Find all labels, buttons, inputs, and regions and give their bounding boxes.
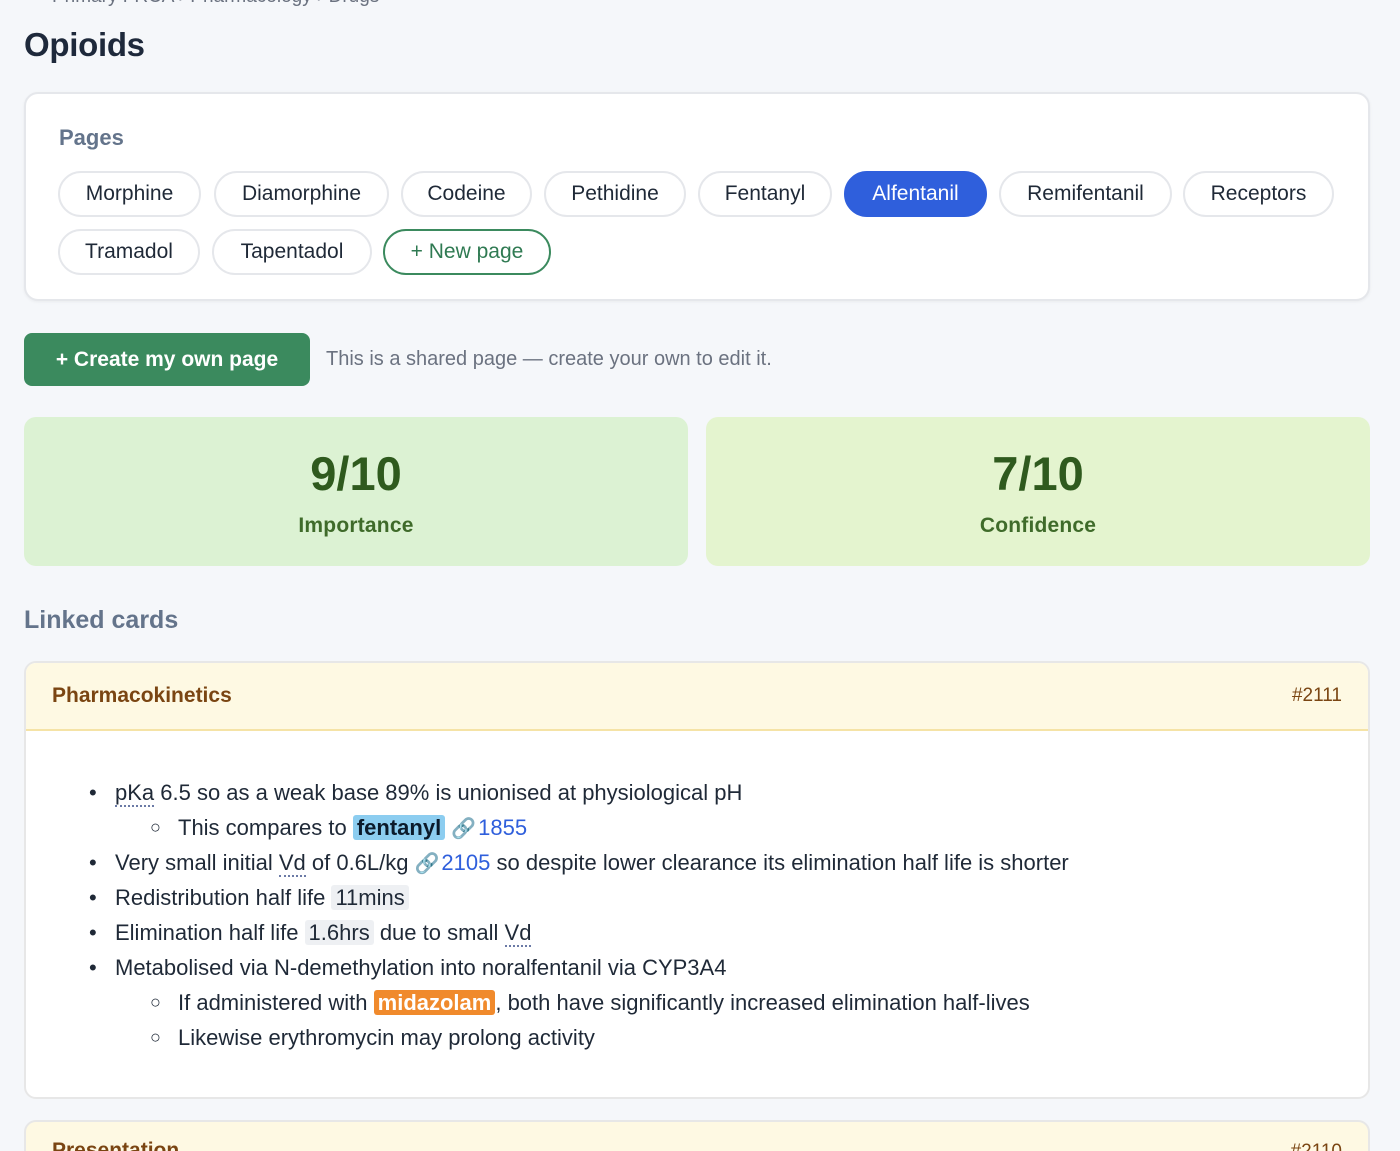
list-item: • Elimination half life 1.6hrs due to sm…: [89, 915, 1368, 950]
linked-card: Pharmacokinetics #2111 • pKa 6.5 so as a…: [24, 661, 1370, 1099]
pages-panel: Pages Morphine Diamorphine Codeine Pethi…: [24, 92, 1370, 301]
list-text: , both have significantly increased elim…: [495, 990, 1030, 1015]
abbreviation[interactable]: Vd: [504, 920, 532, 947]
highlight-tag[interactable]: fentanyl: [352, 815, 446, 840]
sub-list-item: ○ This compares to fentanyl 🔗1855: [150, 810, 1368, 845]
pages-heading: Pages: [59, 125, 124, 150]
page-pill-remifentanil[interactable]: Remifentanil: [999, 171, 1172, 217]
page-pill-receptors[interactable]: Receptors: [1183, 171, 1334, 217]
importance-value: 9/10: [310, 447, 402, 500]
list-text: so despite lower clearance its eliminati…: [490, 850, 1069, 875]
page-root: Primary FRCA › Pharmacology › Drugs Opio…: [0, 0, 1400, 1151]
create-own-page-button[interactable]: + Create my own page: [24, 333, 310, 386]
abbreviation[interactable]: Vd: [278, 850, 306, 877]
importance-card: 9/10 Importance: [24, 417, 688, 566]
list-text: Very small initial: [115, 850, 279, 875]
page-pill-diamorphine[interactable]: Diamorphine: [214, 171, 389, 217]
page-pill-alfentanil[interactable]: Alfentanil: [844, 171, 987, 217]
sub-list-item: ○ Likewise erythromycin may prolong acti…: [150, 1020, 1368, 1055]
bullet-disc-icon: •: [89, 920, 97, 945]
bullet-circle-icon: ○: [150, 992, 161, 1012]
list-text: Likewise erythromycin may prolong activi…: [178, 1025, 595, 1050]
linked-card-next[interactable]: Presentation #2110: [24, 1120, 1370, 1151]
card-link[interactable]: 2105: [441, 850, 490, 875]
bullet-circle-icon: ○: [150, 1027, 161, 1047]
new-page-button[interactable]: + New page: [383, 229, 551, 275]
page-pill-codeine[interactable]: Codeine: [401, 171, 532, 217]
list-text: If administered with: [178, 990, 374, 1015]
list-item: • Redistribution half life 11mins: [89, 880, 1368, 915]
list-text: Metabolised via N-demethylation into nor…: [115, 955, 727, 980]
list-text: Elimination half life: [115, 920, 305, 945]
bullet-disc-icon: •: [89, 780, 97, 805]
page-pill-morphine[interactable]: Morphine: [58, 171, 201, 217]
list-text: Redistribution half life: [115, 885, 332, 910]
list-item: • pKa 6.5 so as a weak base 89% is union…: [89, 775, 1368, 810]
link-icon: 🔗: [451, 818, 477, 840]
sub-list-item: ○ If administered with midazolam, both h…: [150, 985, 1368, 1020]
card-header[interactable]: Pharmacokinetics #2111: [26, 663, 1368, 731]
page-pill-tramadol[interactable]: Tramadol: [58, 229, 200, 275]
highlight-tag[interactable]: midazolam: [373, 990, 496, 1015]
card-id[interactable]: #2111: [1292, 685, 1342, 707]
bullet-disc-icon: •: [89, 955, 97, 980]
confidence-label: Confidence: [979, 514, 1097, 537]
bullet-disc-icon: •: [89, 850, 97, 875]
confidence-value: 7/10: [992, 447, 1084, 500]
value-chip: 1.6hrs: [304, 920, 374, 945]
list-item: • Very small initial Vd of 0.6L/kg 🔗2105 …: [89, 845, 1368, 880]
page-title: Opioids: [24, 26, 145, 63]
page-pill-fentanyl[interactable]: Fentanyl: [698, 171, 832, 217]
confidence-card: 7/10 Confidence: [706, 417, 1370, 566]
list-text: 6.5 so as a weak base 89% is unionised a…: [154, 780, 743, 805]
abbreviation[interactable]: pKa: [115, 780, 155, 807]
list-text: This compares to: [178, 815, 353, 840]
card-id[interactable]: #2110: [1291, 1141, 1342, 1151]
value-chip: 11mins: [331, 885, 409, 910]
list-text: due to small: [373, 920, 505, 945]
card-title: Presentation: [52, 1139, 180, 1151]
card-link[interactable]: 1855: [478, 815, 527, 840]
shared-page-note: This is a shared page — create your own …: [326, 348, 772, 370]
importance-label: Importance: [298, 514, 414, 537]
list-text: of 0.6L/kg: [305, 850, 409, 875]
page-pill-pethidine[interactable]: Pethidine: [544, 171, 686, 217]
card-body: • pKa 6.5 so as a weak base 89% is union…: [26, 731, 1368, 1055]
list-item: • Metabolised via N-demethylation into n…: [89, 950, 1368, 985]
link-icon: 🔗: [414, 853, 440, 875]
bullet-circle-icon: ○: [150, 817, 161, 837]
bullet-disc-icon: •: [89, 885, 97, 910]
page-pill-tapentadol[interactable]: Tapentadol: [212, 229, 372, 275]
card-title: Pharmacokinetics: [52, 684, 232, 707]
breadcrumb[interactable]: Primary FRCA › Pharmacology › Drugs: [52, 0, 379, 8]
linked-cards-heading: Linked cards: [24, 606, 179, 634]
